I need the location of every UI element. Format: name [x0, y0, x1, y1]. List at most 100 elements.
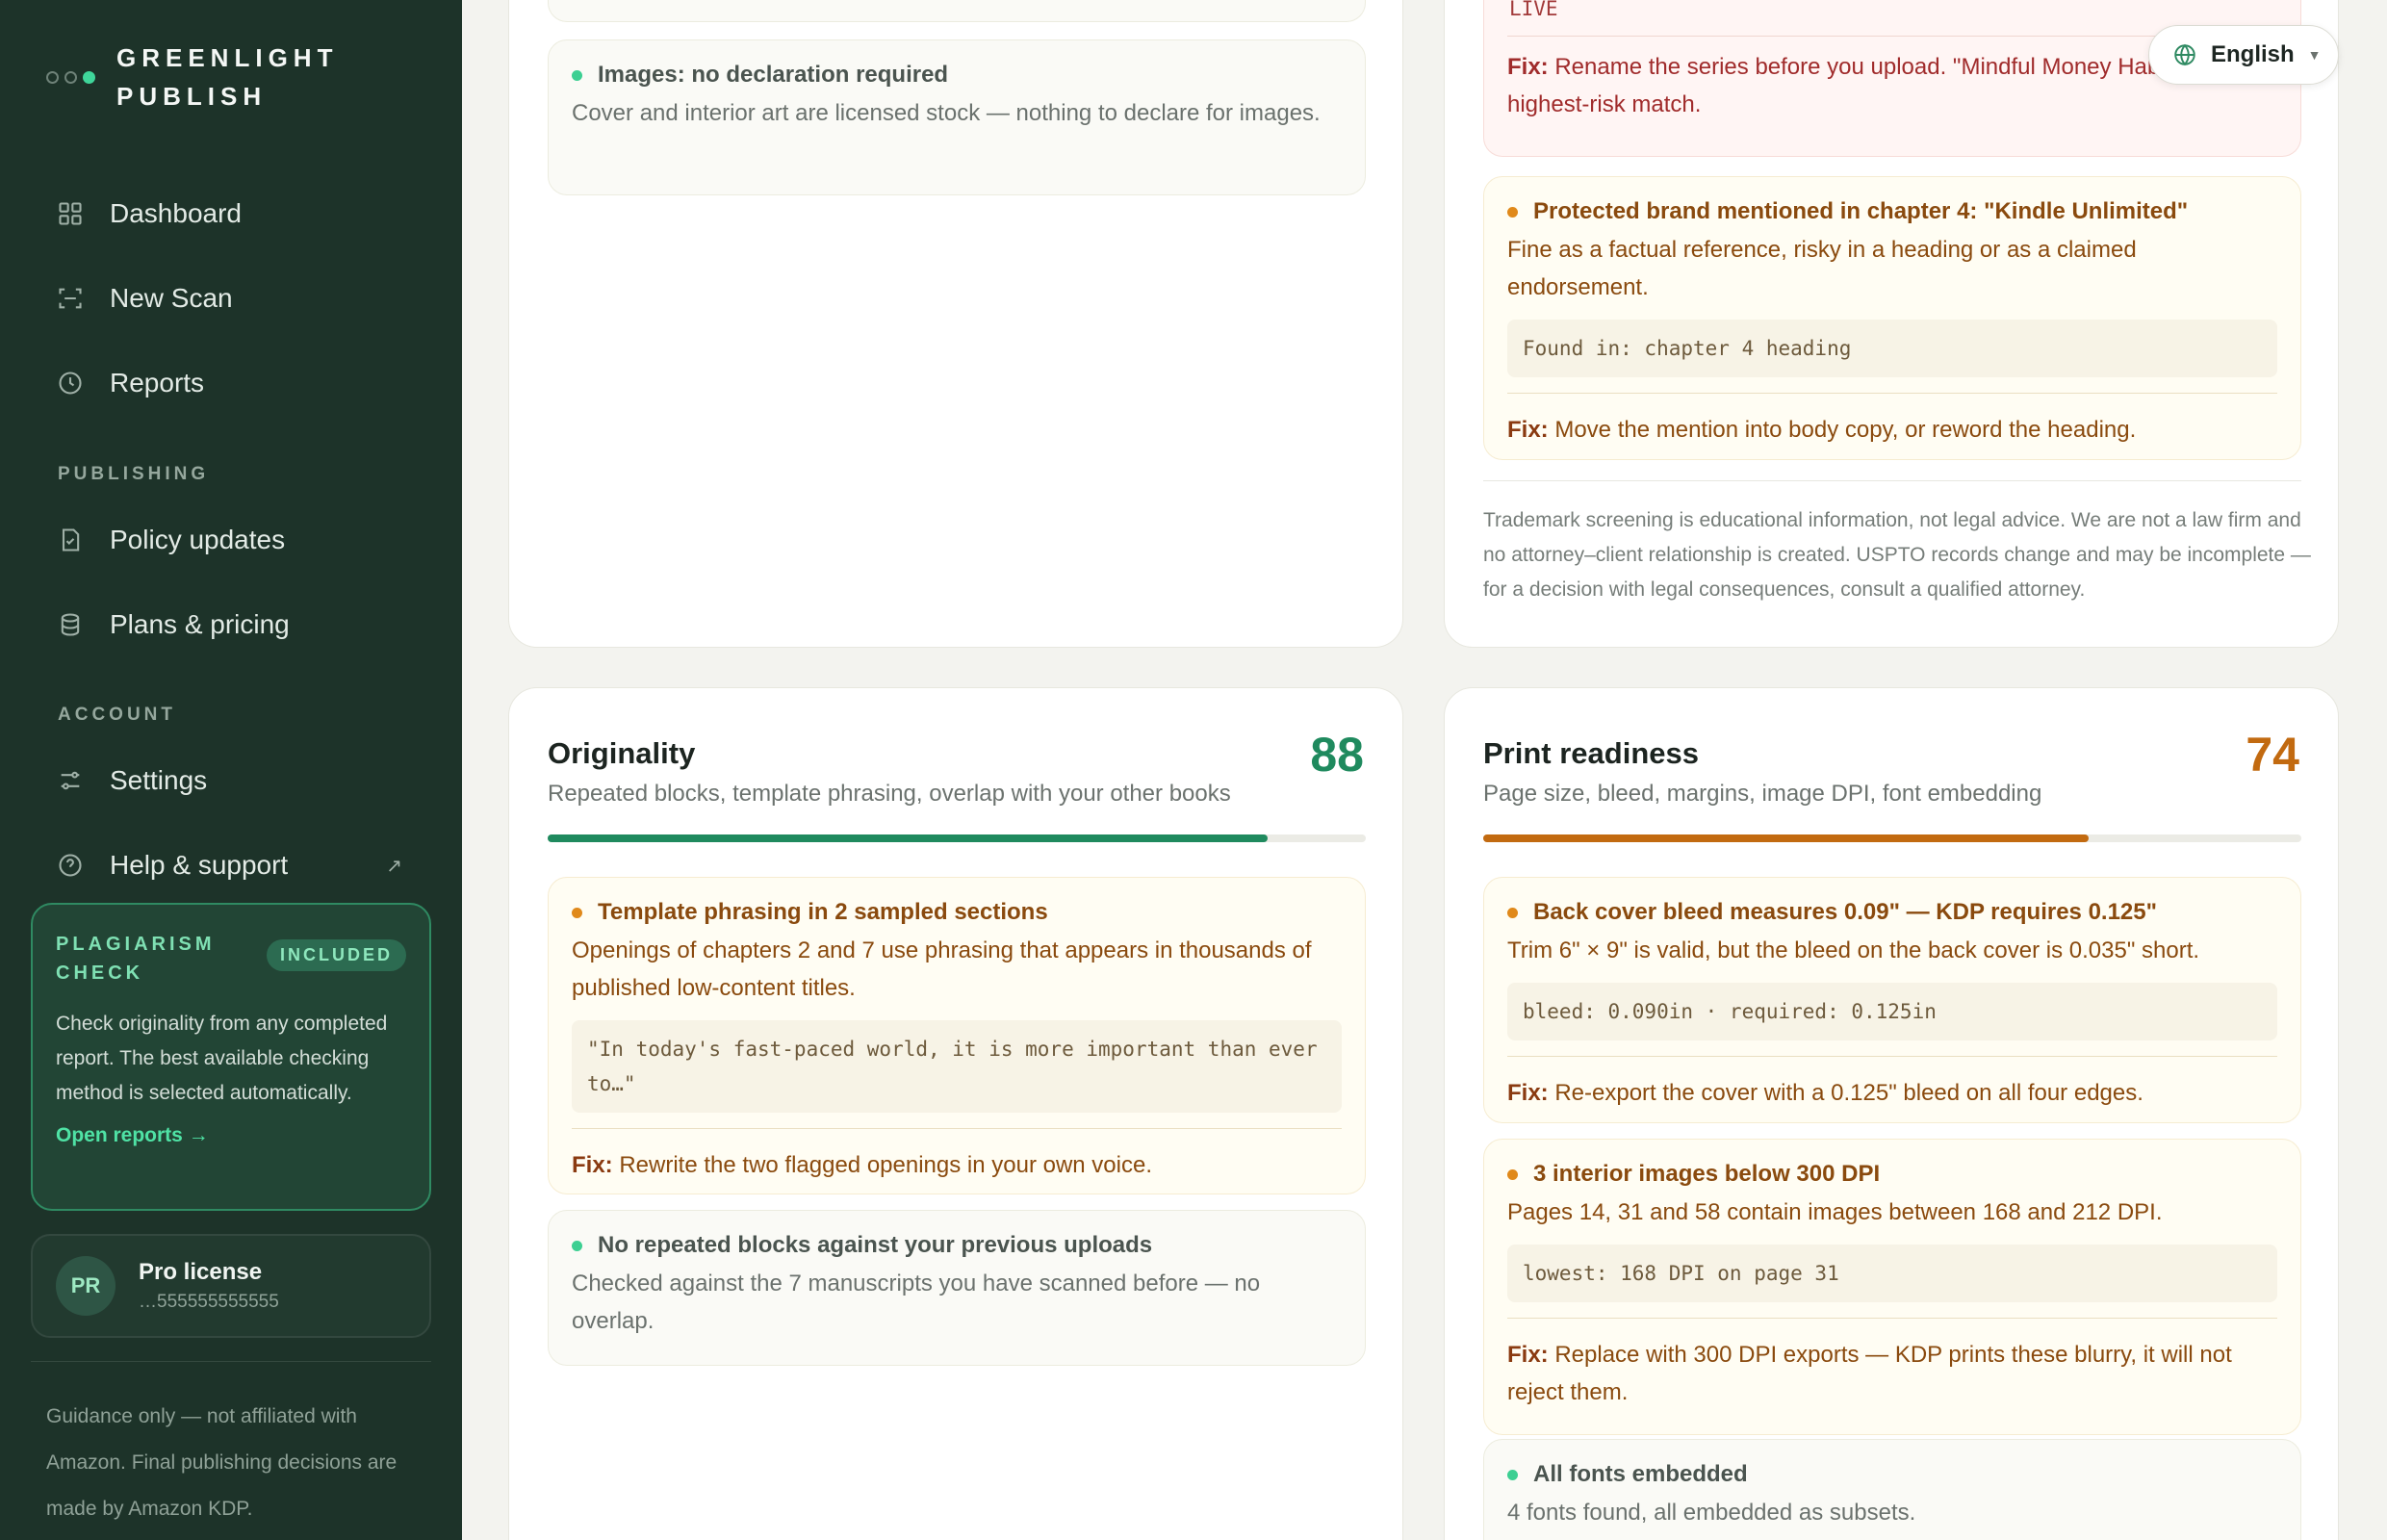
content-card-originality: Originality Repeated blocks, template ph…: [508, 687, 1403, 1540]
check-item-title: Images: no declaration required: [598, 62, 949, 88]
sidebar-item-label: Settings: [110, 765, 208, 795]
brand-name: GREENLIGHT PUBLISH: [116, 43, 339, 111]
divider: [1507, 393, 2277, 394]
divider: [1507, 1318, 2277, 1319]
fix-label: Fix:: [1507, 417, 1549, 443]
fix-text: Fix: Rewrite the two flagged openings in…: [572, 1146, 1342, 1184]
section-label-publishing: PUBLISHING: [58, 464, 210, 484]
score-progress-fill: [548, 834, 1268, 842]
clock-icon: [56, 369, 85, 398]
globe-icon: [2174, 43, 2195, 66]
fix-description: Replace with 300 DPI exports — KDP print…: [1507, 1342, 2232, 1405]
plagiarism-check-card: PLAGIARISM CHECK INCLUDED Check original…: [31, 903, 431, 1211]
fix-text: Fix: Move the mention into body copy, or…: [1507, 411, 2277, 449]
check-item-description: Cover and interior art are licensed stoc…: [572, 100, 1321, 126]
license-key: …555555555555: [139, 1292, 279, 1312]
evidence-code: bleed: 0.090in · required: 0.125in: [1507, 983, 2277, 1040]
open-reports-link[interactable]: Open reports →: [56, 1124, 209, 1147]
external-link-icon: ↗: [386, 855, 402, 877]
card-subtitle: Page size, bleed, margins, image DPI, fo…: [1483, 781, 2042, 807]
check-item-title: Protected brand mentioned in chapter 4: …: [1533, 198, 2189, 224]
section-label-account: ACCOUNT: [58, 705, 176, 725]
evidence-code: "In today's fast-paced world, it is more…: [572, 1020, 1342, 1113]
language-selector[interactable]: English ▼: [2148, 25, 2339, 85]
chevron-down-icon: ▼: [2307, 47, 2322, 63]
sidebar-item-help-support[interactable]: Help & support ↗: [56, 841, 422, 889]
card-title: Originality: [548, 736, 696, 770]
status-dot-icon: [572, 907, 582, 918]
check-item-back-cover-bleed: Back cover bleed measures 0.09" — KDP re…: [1483, 877, 2301, 1123]
brand-logo[interactable]: GREENLIGHT PUBLISH: [46, 38, 347, 116]
fix-label: Fix:: [1507, 1342, 1549, 1368]
check-item-protected-brand: Protected brand mentioned in chapter 4: …: [1483, 176, 2301, 460]
scan-icon: [56, 284, 85, 313]
check-item-title: Template phrasing in 2 sampled sections: [598, 899, 1048, 925]
sidebar-item-settings[interactable]: Settings: [56, 757, 422, 805]
evidence-code: lowest: 168 DPI on page 31: [1507, 1245, 2277, 1302]
fix-description: Rewrite the two flagged openings in your…: [619, 1152, 1152, 1178]
license-name: Pro license: [139, 1259, 263, 1285]
help-circle-icon: [56, 851, 85, 880]
sidebar-footer-note: Guidance only — not affiliated with Amaz…: [46, 1405, 398, 1520]
check-item-description: 4 fonts found, all embedded as subsets.: [1507, 1500, 1916, 1526]
avatar: PR: [56, 1256, 116, 1316]
check-item-description: Openings of chapters 2 and 7 use phrasin…: [572, 937, 1312, 1001]
divider: [1483, 480, 2301, 481]
score-progress-fill: [1483, 834, 2089, 842]
fix-label: Fix:: [1507, 54, 1549, 80]
coins-icon: [56, 610, 85, 639]
sidebar-item-policy-updates[interactable]: Policy updates: [56, 516, 422, 564]
score-value: 88: [1310, 728, 1364, 782]
sidebar-item-plans-pricing[interactable]: Plans & pricing: [56, 601, 422, 649]
sidebar-item-label: Help & support: [110, 850, 289, 880]
check-item-description: Fine as a factual reference, risky in a …: [1507, 237, 2137, 300]
sidebar-item-label: Reports: [110, 368, 205, 398]
check-item-title: No repeated blocks against your previous…: [598, 1232, 1153, 1258]
divider: [31, 1361, 431, 1362]
content-card-images: Images: no declaration required Cover an…: [508, 0, 1403, 648]
check-item-title: 3 interior images below 300 DPI: [1533, 1161, 1881, 1187]
status-dot-icon: [1507, 1469, 1518, 1480]
score-progress-bar: [1483, 834, 2301, 842]
score-progress-bar: [548, 834, 1366, 842]
check-item-repeated-blocks: No repeated blocks against your previous…: [548, 1210, 1366, 1366]
sidebar-item-label: Dashboard: [110, 198, 242, 228]
live-status-code: LIVE: [1509, 0, 1558, 20]
status-dot-icon: [572, 1240, 582, 1251]
brand-dots-icon: [46, 70, 95, 84]
divider: [1507, 1056, 2277, 1057]
sidebar-item-dashboard[interactable]: Dashboard: [56, 190, 422, 238]
content-card-print-readiness: Print readiness Page size, bleed, margin…: [1444, 687, 2339, 1540]
previous-item-tail: [548, 0, 1366, 22]
check-item-title: Back cover bleed measures 0.09" — KDP re…: [1533, 899, 2157, 925]
divider: [572, 1128, 1342, 1129]
fix-description: Rename the series before you upload. "Mi…: [1507, 54, 2253, 117]
plagiarism-check-description: Check originality from any completed rep…: [56, 1013, 388, 1104]
check-item-description: Trim 6" × 9" is valid, but the bleed on …: [1507, 937, 2200, 963]
check-item-description: Checked against the 7 manuscripts you ha…: [572, 1270, 1261, 1334]
sidebar-item-label: New Scan: [110, 283, 233, 313]
sidebar: GREENLIGHT PUBLISH Dashboard New Scan Re…: [0, 0, 462, 1540]
sidebar-item-reports[interactable]: Reports: [56, 359, 422, 407]
check-item-images: Images: no declaration required Cover an…: [548, 39, 1366, 195]
status-dot-icon: [1507, 206, 1518, 218]
grid-icon: [56, 199, 85, 228]
fix-label: Fix:: [572, 1152, 613, 1178]
check-item-template-phrasing: Template phrasing in 2 sampled sections …: [548, 877, 1366, 1194]
status-dot-icon: [1507, 907, 1518, 918]
evidence-code: Found in: chapter 4 heading: [1507, 320, 2277, 377]
sidebar-item-label: Plans & pricing: [110, 609, 290, 639]
document-check-icon: [56, 526, 85, 554]
check-item-title: All fonts embedded: [1533, 1461, 1748, 1487]
card-title: Print readiness: [1483, 736, 1699, 770]
card-subtitle: Repeated blocks, template phrasing, over…: [548, 781, 1231, 807]
sliders-icon: [56, 766, 85, 795]
fix-description: Re-export the cover with a 0.125" bleed …: [1554, 1080, 2143, 1106]
legal-disclaimer: Trademark screening is educational infor…: [1483, 509, 2311, 601]
fix-text: Fix: Replace with 300 DPI exports — KDP …: [1507, 1336, 2277, 1411]
license-card[interactable]: PR Pro license …555555555555: [31, 1234, 431, 1338]
sidebar-item-new-scan[interactable]: New Scan: [56, 274, 422, 322]
fix-text: Fix: Re-export the cover with a 0.125" b…: [1507, 1074, 2277, 1112]
fix-label: Fix:: [1507, 1080, 1549, 1106]
status-dot-icon: [572, 69, 582, 81]
